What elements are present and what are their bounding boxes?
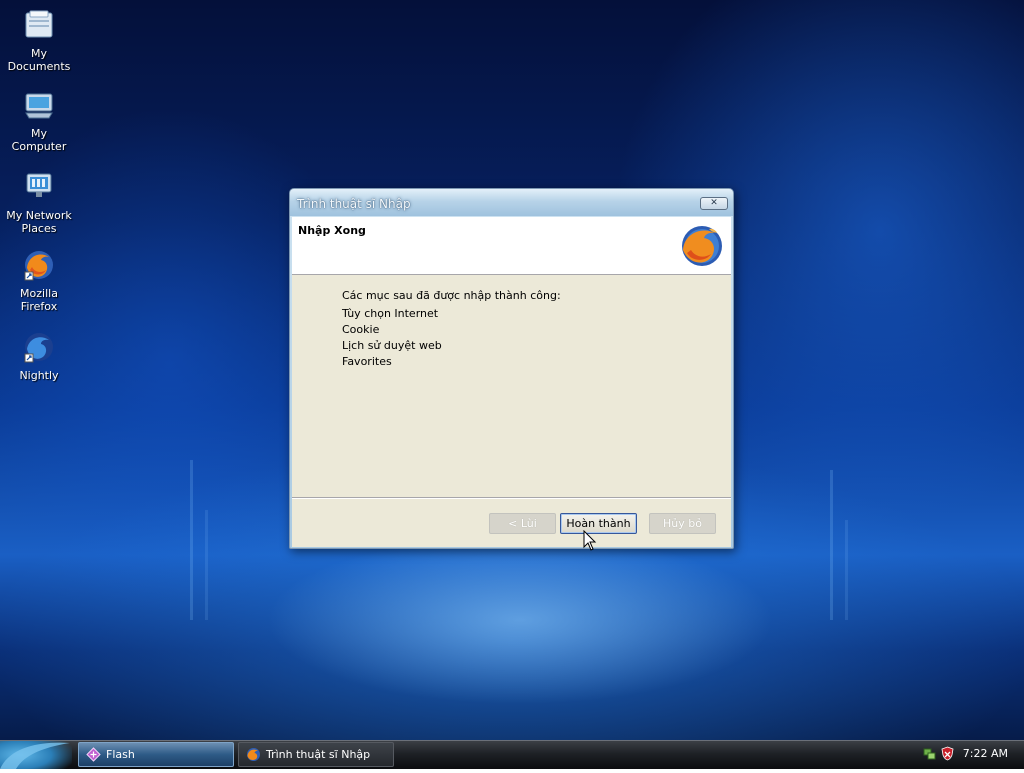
footer-divider [292, 497, 731, 499]
desktop-icon-my-network-places[interactable]: My Network Places [0, 170, 78, 235]
firefox-icon [24, 251, 53, 281]
import-item: Tùy chọn Internet [342, 307, 439, 320]
start-button[interactable] [0, 741, 72, 769]
import-item: Favorites [342, 355, 392, 368]
desktop-icon-mozilla-firefox[interactable]: Mozilla Firefox [0, 248, 78, 313]
taskbar-button-import-wizard[interactable]: Trình thuật sĩ Nhập [238, 742, 394, 767]
dialog-client-area: Nhập Xong Các mục sau đã được nhập thành… [292, 217, 731, 547]
import-wizard-dialog: Trình thuật sĩ Nhập ✕ Nhập Xong Các mục … [289, 188, 734, 549]
desktop-icon-label: Mozilla [20, 287, 58, 300]
taskbar-button-label: Trình thuật sĩ Nhập [266, 748, 371, 761]
import-result-list: Các mục sau đã được nhập thành công: Tùy… [342, 288, 561, 370]
close-icon: ✕ [710, 198, 718, 208]
desktop-icon-label: Firefox [20, 300, 58, 313]
light-streak [205, 510, 208, 620]
finish-button[interactable]: Hoàn thành [560, 513, 637, 534]
import-item: Lịch sử duyệt web [342, 339, 442, 352]
network-icon[interactable] [922, 746, 937, 761]
folder-documents-icon [25, 10, 53, 38]
firefox-logo-icon [682, 226, 722, 266]
desktop-background: My Documents My Computer My Network Plac… [0, 0, 1024, 740]
desktop-icon-label: Documents [7, 60, 71, 73]
import-intro-text: Các mục sau đã được nhập thành công: [342, 289, 561, 302]
light-streak [845, 520, 848, 620]
security-shield-icon[interactable] [940, 746, 955, 761]
wizard-page-title: Nhập Xong [298, 224, 366, 237]
import-item: Cookie [342, 323, 380, 336]
desktop-icon-nightly[interactable]: Nightly [0, 330, 78, 382]
cancel-button[interactable]: Hủy bỏ [649, 513, 716, 534]
computer-icon [25, 93, 53, 119]
close-button[interactable]: ✕ [700, 197, 728, 210]
clock[interactable]: 7:22 AM [963, 747, 1008, 760]
taskbar-button-label: Flash [106, 748, 135, 761]
desktop-icon-label: My Network [6, 209, 72, 222]
wizard-header: Nhập Xong [292, 217, 731, 275]
nightly-icon [24, 333, 53, 363]
light-streak [830, 470, 833, 620]
firefox-icon [247, 748, 260, 761]
desktop-icon-label: Computer [11, 140, 67, 153]
mouse-cursor-icon [583, 530, 597, 551]
desktop-icon-label: Nightly [19, 369, 59, 382]
start-orb-icon [0, 742, 70, 769]
light-streak [190, 460, 193, 620]
system-tray: 7:22 AM [912, 741, 1024, 769]
desktop-icon-my-documents[interactable]: My Documents [0, 8, 78, 73]
dialog-title-bar[interactable]: Trình thuật sĩ Nhập ✕ [290, 189, 733, 216]
taskbar: Flash Trình thuật sĩ Nhập 7:22 AM [0, 740, 1024, 769]
taskbar-button-flash[interactable]: Flash [78, 742, 234, 767]
desktop-icon-my-computer[interactable]: My Computer [0, 88, 78, 153]
dialog-title: Trình thuật sĩ Nhập [297, 197, 411, 211]
back-button[interactable]: < Lùi [489, 513, 556, 534]
desktop-icon-label: My [30, 47, 47, 60]
desktop-icon-label: My [30, 127, 47, 140]
flash-icon [86, 747, 101, 762]
network-places-icon [26, 173, 52, 197]
desktop-icon-label: Places [21, 222, 57, 235]
